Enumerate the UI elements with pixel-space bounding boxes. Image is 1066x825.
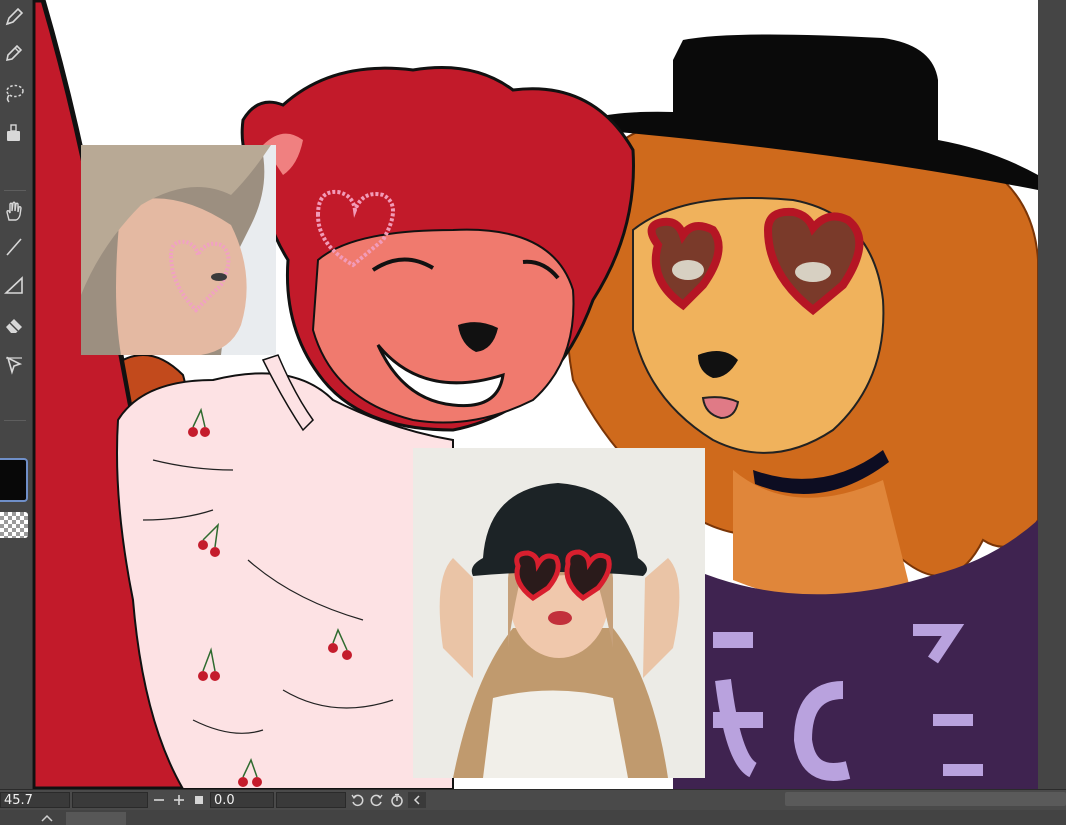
- clip-studio-window: 45.7 0.0: [0, 0, 1066, 825]
- rotation-slider[interactable]: [276, 792, 346, 808]
- gradient-tool-icon[interactable]: [0, 270, 28, 300]
- reference-photo-face[interactable]: [81, 145, 276, 355]
- move-tool-icon[interactable]: [0, 350, 28, 380]
- chevron-up-icon[interactable]: [36, 811, 58, 825]
- rotation-input[interactable]: 0.0: [210, 792, 274, 808]
- fit-to-window-icon[interactable]: [190, 792, 208, 808]
- reset-rotation-icon[interactable]: [388, 792, 406, 808]
- right-panel-edge: [1038, 0, 1066, 789]
- drawing-canvas[interactable]: [33, 0, 1038, 789]
- main-color-swatch[interactable]: [0, 458, 28, 502]
- fill-bucket-tool-icon[interactable]: [0, 118, 28, 148]
- line-tool-icon[interactable]: [0, 232, 28, 262]
- reference-photo-hat[interactable]: [413, 448, 705, 778]
- zoom-in-icon[interactable]: [170, 792, 188, 808]
- hand-tool-icon[interactable]: [0, 196, 28, 226]
- toolbar-divider: [4, 190, 26, 191]
- lasso-tool-icon[interactable]: [0, 78, 28, 108]
- rotate-right-icon[interactable]: [368, 792, 386, 808]
- pen-tool-icon[interactable]: [0, 2, 28, 32]
- transparent-color-swatch[interactable]: [0, 512, 28, 538]
- tool-palette: [0, 0, 33, 789]
- bottom-panel-bar: [0, 810, 1066, 825]
- zoom-out-icon[interactable]: [150, 792, 168, 808]
- rotate-left-icon[interactable]: [348, 792, 366, 808]
- toolbar-divider: [4, 420, 26, 421]
- eraser-tool-icon[interactable]: [0, 310, 28, 340]
- chevron-left-icon[interactable]: [408, 792, 426, 808]
- zoom-slider[interactable]: [72, 792, 148, 808]
- bottom-panel-tab[interactable]: [66, 812, 126, 825]
- zoom-input[interactable]: 45.7: [0, 792, 70, 808]
- pencil-tool-icon[interactable]: [0, 38, 28, 68]
- horizontal-scrollbar[interactable]: [785, 792, 1066, 806]
